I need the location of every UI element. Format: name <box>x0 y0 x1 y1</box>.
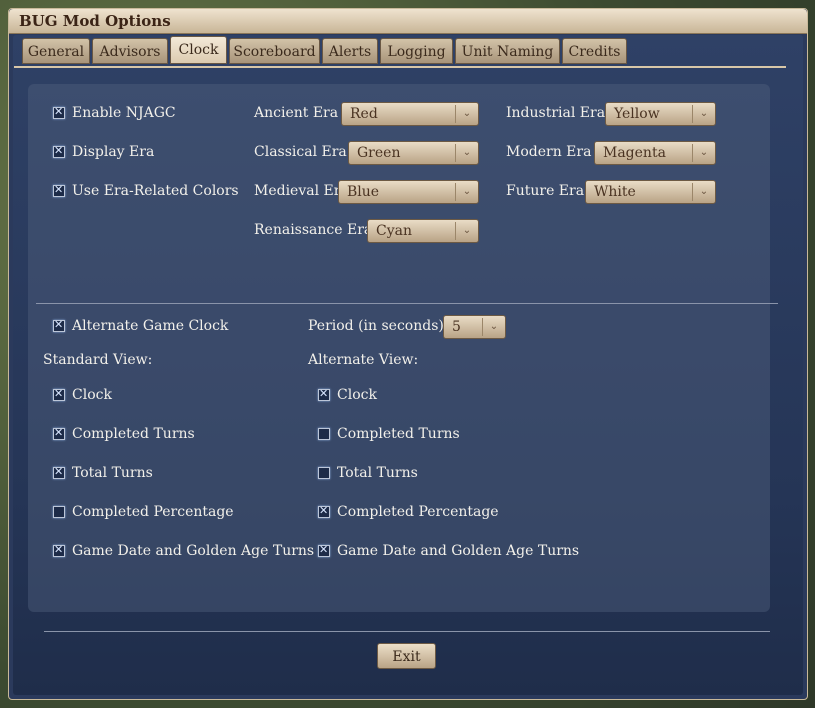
period-dropdown[interactable]: 5 ⌄ <box>443 315 506 339</box>
tab-advisors[interactable]: Advisors <box>92 38 168 64</box>
standard-view-heading: Standard View: <box>43 352 153 368</box>
era-color-dropdown[interactable]: Magenta ⌄ <box>594 141 716 165</box>
standard-view-checkbox[interactable]: Completed Percentage <box>53 504 234 520</box>
checkbox-icon[interactable] <box>318 504 330 518</box>
checkbox-icon[interactable] <box>53 183 65 197</box>
dropdown-value: Blue <box>347 184 380 200</box>
checkbox-icon[interactable] <box>318 428 330 440</box>
tab-unit-naming[interactable]: Unit Naming <box>455 38 560 64</box>
checkbox-label: Completed Percentage <box>337 504 499 520</box>
alternate-view-checkbox[interactable]: Total Turns <box>318 465 418 481</box>
alternate-game-clock-checkbox[interactable]: Alternate Game Clock <box>53 318 228 334</box>
era-color-dropdown[interactable]: Red ⌄ <box>341 102 479 126</box>
checkbox-icon[interactable] <box>318 467 330 479</box>
checkbox-icon[interactable] <box>53 465 65 479</box>
checkbox-icon[interactable] <box>53 426 65 440</box>
dropdown-value: Magenta <box>603 145 666 161</box>
tab-alerts[interactable]: Alerts <box>322 38 378 64</box>
checkbox-icon[interactable] <box>53 506 65 518</box>
alternate-view-checkbox[interactable]: Completed Turns <box>318 426 460 442</box>
era-label: Future Era <box>506 183 585 199</box>
era-label: Renaissance Era <box>254 222 373 238</box>
dropdown-value: Cyan <box>376 223 412 239</box>
dialog-title: BUG Mod Options <box>19 12 171 30</box>
alternate-view-checkbox[interactable]: Completed Percentage <box>318 504 499 520</box>
checkbox-icon[interactable] <box>53 318 65 332</box>
alternate-view-checkbox[interactable]: Game Date and Golden Age Turns <box>318 543 579 559</box>
tab-scoreboard[interactable]: Scoreboard <box>229 38 320 64</box>
standard-view-checkbox[interactable]: Completed Turns <box>53 426 195 442</box>
tab-credits[interactable]: Credits <box>562 38 627 64</box>
era-color-dropdown[interactable]: Green ⌄ <box>348 141 479 165</box>
standard-view-checkbox[interactable]: Total Turns <box>53 465 153 481</box>
checkbox-label: Display Era <box>72 144 155 160</box>
chevron-down-icon[interactable]: ⌄ <box>455 144 478 162</box>
dropdown-value: Green <box>357 145 401 161</box>
alternate-view-heading: Alternate View: <box>308 352 419 368</box>
checkbox-label: Alternate Game Clock <box>72 318 229 334</box>
checkbox-1[interactable]: Display Era <box>53 144 154 160</box>
checkbox-label: Clock <box>72 387 112 403</box>
era-label: Modern Era <box>506 144 592 160</box>
alternate-view-checkbox[interactable]: Clock <box>318 387 377 403</box>
chevron-down-icon[interactable]: ⌄ <box>455 222 478 240</box>
tab-clock[interactable]: Clock <box>170 36 227 64</box>
tab-logging[interactable]: Logging <box>380 38 453 64</box>
chevron-down-icon[interactable]: ⌄ <box>455 183 478 201</box>
checkbox-label: Total Turns <box>72 465 153 481</box>
checkbox-icon[interactable] <box>53 144 65 158</box>
era-color-dropdown[interactable]: White ⌄ <box>585 180 716 204</box>
checkbox-label: Completed Percentage <box>72 504 234 520</box>
checkbox-label: Enable NJAGC <box>72 105 176 121</box>
checkbox-label: Completed Turns <box>72 426 195 442</box>
era-color-dropdown[interactable]: Blue ⌄ <box>338 180 479 204</box>
checkbox-label: Game Date and Golden Age Turns <box>337 543 580 559</box>
dropdown-value: 5 <box>452 319 461 335</box>
chevron-down-icon[interactable]: ⌄ <box>692 144 715 162</box>
exit-button[interactable]: Exit <box>377 643 436 669</box>
checkbox-icon[interactable] <box>53 105 65 119</box>
chevron-down-icon[interactable]: ⌄ <box>692 105 715 123</box>
chevron-down-icon[interactable]: ⌄ <box>455 105 478 123</box>
era-label: Industrial Era <box>506 105 606 121</box>
era-color-dropdown[interactable]: Cyan ⌄ <box>367 219 479 243</box>
dropdown-value: Yellow <box>614 106 660 122</box>
divider <box>44 631 770 632</box>
dropdown-value: White <box>594 184 636 200</box>
checkbox-0[interactable]: Enable NJAGC <box>53 105 176 121</box>
checkbox-icon[interactable] <box>53 387 65 401</box>
era-color-dropdown[interactable]: Yellow ⌄ <box>605 102 716 126</box>
chevron-down-icon[interactable]: ⌄ <box>692 183 715 201</box>
dropdown-value: Red <box>350 106 378 122</box>
checkbox-label: Completed Turns <box>337 426 460 442</box>
divider <box>36 303 778 304</box>
period-label: Period (in seconds) <box>308 318 444 334</box>
era-label: Ancient Era <box>254 105 339 121</box>
standard-view-checkbox[interactable]: Game Date and Golden Age Turns <box>53 543 314 559</box>
era-label: Classical Era <box>254 144 347 160</box>
checkbox-icon[interactable] <box>318 543 330 557</box>
tab-general[interactable]: General <box>22 38 90 64</box>
title-bar: BUG Mod Options <box>9 9 807 34</box>
chevron-down-icon[interactable]: ⌄ <box>482 318 505 336</box>
era-label: Medieval Era <box>254 183 349 199</box>
checkbox-label: Total Turns <box>337 465 418 481</box>
checkbox-icon[interactable] <box>318 387 330 401</box>
tab-underline <box>14 66 786 68</box>
checkbox-label: Use Era-Related Colors <box>72 183 239 199</box>
checkbox-2[interactable]: Use Era-Related Colors <box>53 183 239 199</box>
checkbox-label: Clock <box>337 387 377 403</box>
checkbox-label: Game Date and Golden Age Turns <box>72 543 315 559</box>
checkbox-icon[interactable] <box>53 543 65 557</box>
standard-view-checkbox[interactable]: Clock <box>53 387 112 403</box>
